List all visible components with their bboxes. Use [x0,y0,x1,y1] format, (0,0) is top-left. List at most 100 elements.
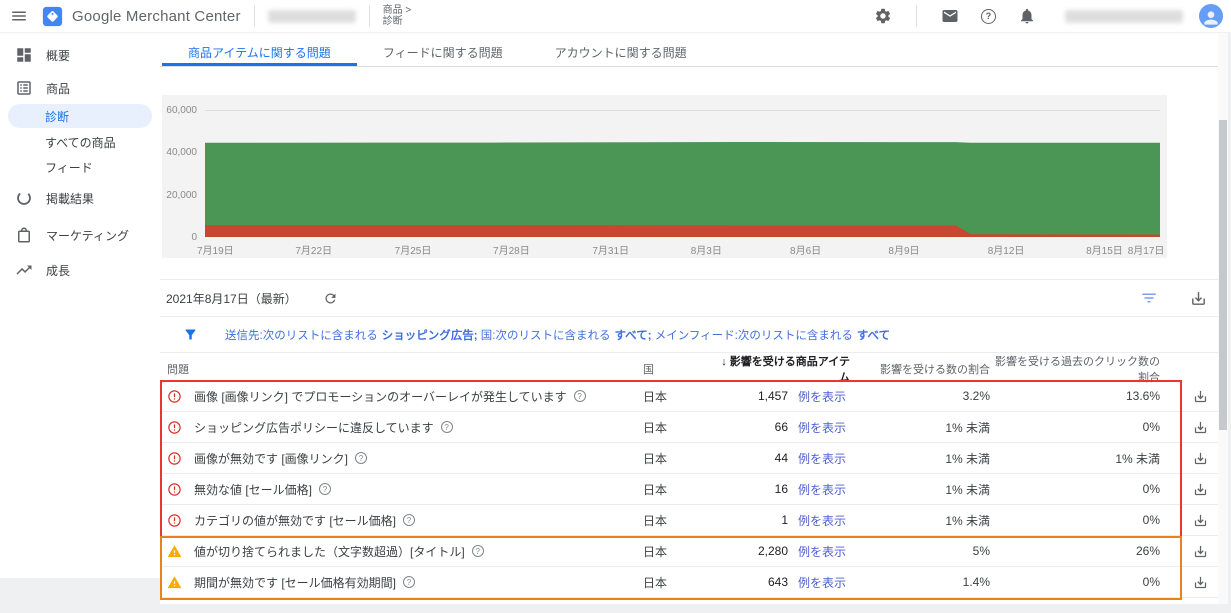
sidebar-item-label: 掲載結果 [46,191,95,206]
table-row: ショッピング広告ポリシーに違反しています? 日本 66 例を表示 1% 未満 0… [160,412,1219,443]
affected-ratio: 5% [972,544,990,558]
clicks-ratio: 0% [1142,482,1160,496]
affected-ratio: 3.2% [962,389,990,403]
help-icon[interactable]: ? [440,421,453,433]
sidebar-item-growth[interactable]: 成長 [0,256,160,284]
help-icon[interactable]: ? [471,545,484,557]
tab-item-issues[interactable]: 商品アイテムに関する問題 [162,39,357,66]
filter-value: ショッピング広告; [381,329,478,342]
sidebar-item-label: 診断 [45,109,70,124]
error-icon [167,513,182,528]
table-row: 無効な値 [セール価格]? 日本 16 例を表示 1% 未満 0% [160,474,1219,505]
affected-count: 2,280 [757,544,788,558]
clicks-ratio: 26% [1135,544,1160,558]
x-axis-tick: 8月12日 [987,246,1025,257]
download-row-icon[interactable] [1193,482,1208,497]
issue-text: 期間が無効です [セール価格有効期間] [194,575,397,590]
warning-icon [167,575,182,590]
help-icon[interactable]: ? [573,390,586,402]
show-examples-link[interactable]: 例を表示 [788,481,850,498]
sidebar-item-feeds[interactable]: フィード [0,153,160,181]
table-row: 画像が無効です [画像リンク]? 日本 44 例を表示 1% 未満 1% 未満 [160,443,1219,474]
breadcrumb-parent[interactable]: 商品 > [383,5,412,16]
issue-text: 画像 [画像リンク] でプロモーションのオーバーレイが発生しています [194,389,567,404]
avatar[interactable] [1199,4,1223,28]
sidebar-item-performance[interactable]: 掲載結果 [0,184,160,212]
help-icon[interactable]: ? [981,8,996,24]
affected-ratio: 1% 未満 [945,482,990,497]
issue-text: 無効な値 [セール価格] [194,482,313,497]
breadcrumb: 商品 > 診断 [383,5,412,27]
sidebar-item-diagnostics[interactable]: 診断 [8,104,152,128]
trending-up-icon [15,261,33,279]
affected-count: 44 [774,451,788,465]
issue-text: 画像が無効です [画像リンク] [194,451,349,466]
download-row-icon[interactable] [1193,575,1208,590]
sidebar-item-overview[interactable]: 概要 [0,41,160,69]
filter-list-icon[interactable] [1140,289,1158,307]
show-examples-link[interactable]: 例を表示 [788,450,850,467]
tab-feed-issues[interactable]: フィードに関する問題 [357,39,529,66]
scrollbar-thumb[interactable] [1219,120,1227,430]
download-row-icon[interactable] [1193,389,1208,404]
x-axis-tick: 8月3日 [690,246,722,257]
country-cell: 日本 [643,389,668,404]
filter-value: すべて [856,329,891,342]
help-icon[interactable]: ? [403,514,416,526]
person-icon [1201,8,1221,28]
issues-table-header: 問題 国 ↓ 影響を受ける商品アイテム 影響を受ける数の割合 影響を受ける過去の… [160,352,1219,384]
affected-count: 643 [767,575,788,589]
table-row: カテゴリの値が無効です [セール価格]? 日本 1 例を表示 1% 未満 0% [160,505,1219,536]
x-axis-tick: 8月9日 [888,246,920,257]
tab-account-issues[interactable]: アカウントに関する問題 [529,39,713,66]
download-row-icon[interactable] [1193,544,1208,559]
menu-icon[interactable] [10,7,28,25]
issues-chart: 0 20,000 40,000 60,000 7月19日 7月22日 7月25日 7月28日… [162,95,1167,258]
breadcrumb-current: 診断 [382,16,403,27]
issue-text: ショッピング広告ポリシーに違反しています [194,420,434,435]
notifications-bell-icon[interactable] [1018,7,1036,25]
sidebar-item-label: フィード [45,160,93,175]
active-filters-bar[interactable]: 送信先:次のリストに含まれる ショッピング広告; 国:次のリストに含まれる すべて;… [160,316,1219,352]
merchant-center-logo-icon [42,6,63,26]
account-name-redacted[interactable] [267,9,356,23]
download-row-icon[interactable] [1193,420,1208,435]
table-row: 画像 [画像リンク] でプロモーションのオーバーレイが発生しています? 日本 1… [160,381,1219,412]
sidebar-item-all-products[interactable]: すべての商品 [0,128,160,156]
download-row-icon[interactable] [1193,513,1208,528]
affected-count: 66 [774,420,788,434]
affected-count: 1 [781,513,788,527]
list-icon [15,79,33,97]
show-examples-link[interactable]: 例を表示 [788,388,850,405]
settings-gear-icon[interactable] [874,7,892,25]
issues-stacked-area-chart [205,110,1160,237]
filter-funnel-icon [183,327,198,342]
warning-icon [167,544,182,559]
app-logo[interactable]: Google Merchant Center [42,6,241,27]
table-row: 期間が無効です [セール価格有効期間]? 日本 643 例を表示 1.4% 0% [160,567,1219,598]
download-row-icon[interactable] [1193,451,1208,466]
show-examples-link[interactable]: 例を表示 [788,419,850,436]
download-icon[interactable] [1190,290,1207,307]
help-icon[interactable]: ? [403,576,416,588]
affected-count: 16 [774,482,788,496]
y-axis-tick: 40,000 [166,147,197,159]
page-scrollbar[interactable] [1218,33,1228,604]
refresh-icon[interactable] [323,291,338,306]
affected-ratio: 1% 未満 [945,420,990,435]
help-icon[interactable]: ? [319,483,332,495]
chart-x-axis: 7月19日 7月22日 7月25日 7月28日 7月31日 8月3日 8月6日 8月9日 8月1… [197,242,1164,257]
affected-count: 1,457 [757,389,788,403]
issue-tabs: 商品アイテムに関する問題 フィードに関する問題 アカウントに関する問題 [160,39,1219,67]
show-examples-link[interactable]: 例を表示 [788,512,850,529]
sidebar-item-marketing[interactable]: マーケティング [0,221,160,249]
x-axis-tick: 7月22日 [295,246,333,257]
header-divider [368,5,370,27]
column-header-country: 国 [643,364,654,376]
sidebar-item-products[interactable]: 商品 [0,74,160,102]
help-icon[interactable]: ? [355,452,368,464]
progress-circle-icon [15,189,33,207]
show-examples-link[interactable]: 例を表示 [788,543,850,560]
show-examples-link[interactable]: 例を表示 [788,574,850,591]
mail-icon[interactable] [941,7,959,25]
